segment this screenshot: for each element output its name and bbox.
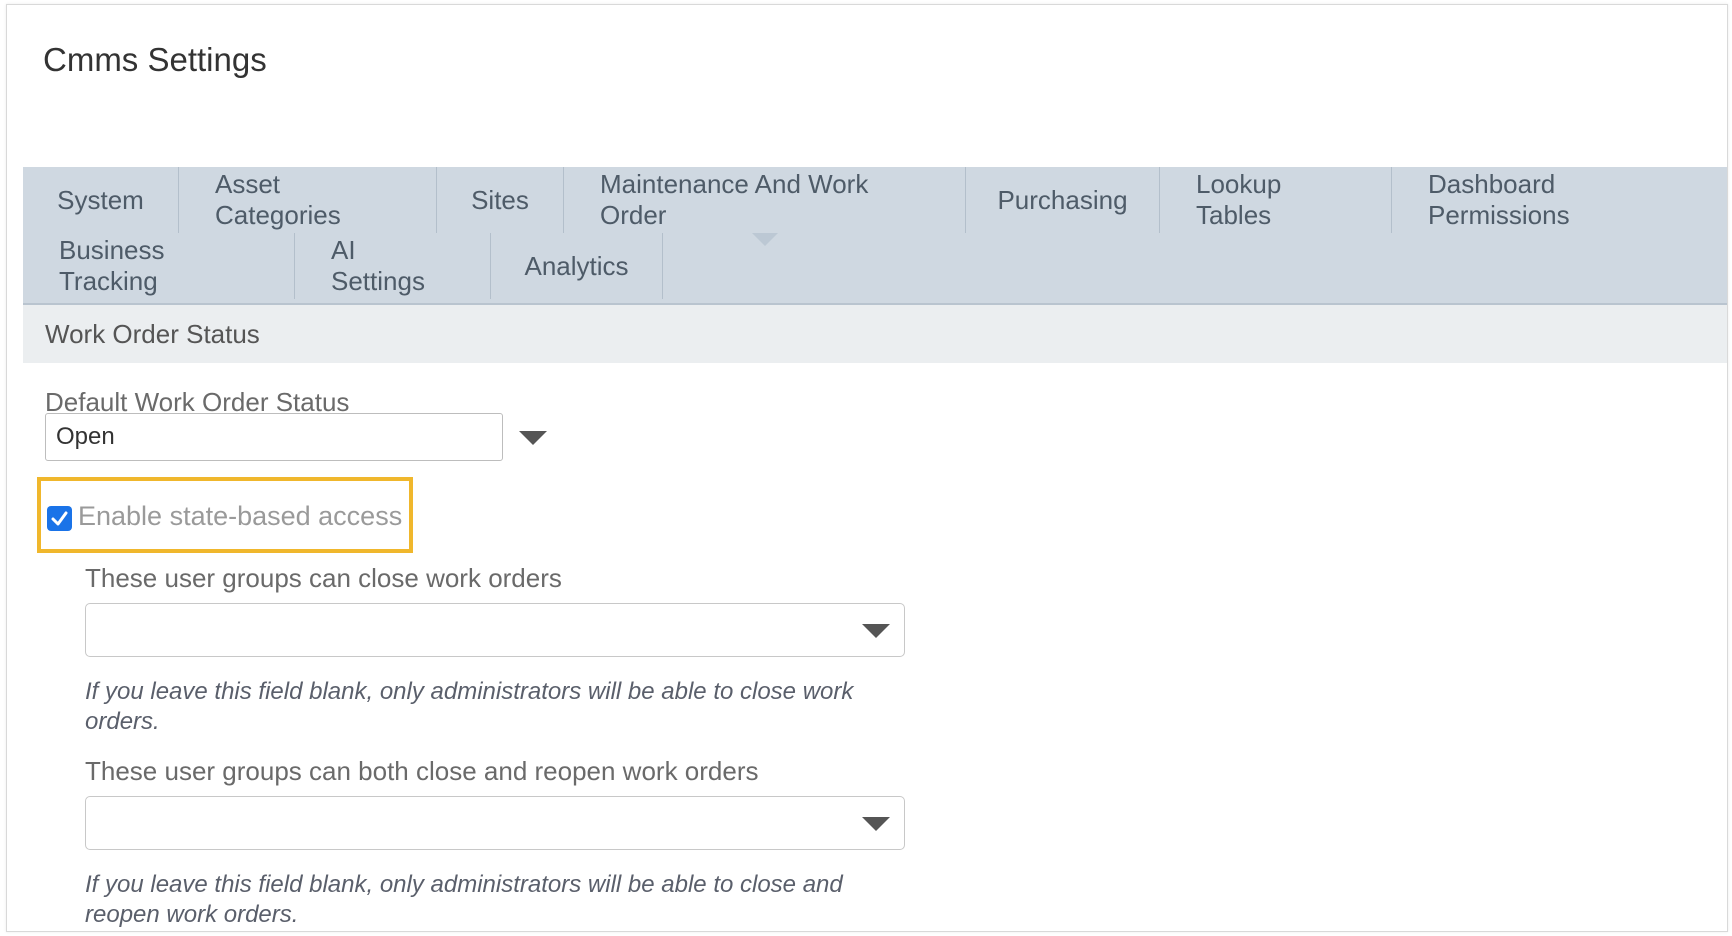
close-groups-select[interactable] <box>85 603 905 657</box>
reopen-groups-select[interactable] <box>85 796 905 850</box>
close-groups-hint: If you leave this field blank, only admi… <box>85 678 854 735</box>
settings-panel: Cmms Settings System Asset Categories Si… <box>6 4 1728 932</box>
settings-tabs: System Asset Categories Sites Maintenanc… <box>23 167 1727 305</box>
checkmark-icon <box>51 511 68 526</box>
tab-maintenance-and-work-order[interactable]: Maintenance And Work Order <box>564 167 966 233</box>
state-access-checkbox[interactable] <box>47 506 72 531</box>
close-groups-label: These user groups can close work orders <box>85 563 562 593</box>
tab-ai-settings[interactable]: AI Settings <box>295 233 491 299</box>
reopen-groups-dropdown-icon[interactable] <box>862 817 890 831</box>
tab-row-2: Business Tracking AI Settings Analytics <box>23 233 663 299</box>
tab-dashboard-permissions[interactable]: Dashboard Permissions <box>1392 167 1724 233</box>
reopen-groups-label: These user groups can both close and reo… <box>85 756 759 786</box>
tab-asset-categories[interactable]: Asset Categories <box>179 167 437 233</box>
default-status-select[interactable]: Open <box>45 413 503 461</box>
tab-row-1: System Asset Categories Sites Maintenanc… <box>23 167 1724 233</box>
tab-business-tracking[interactable]: Business Tracking <box>23 233 295 299</box>
default-status-dropdown-icon[interactable] <box>519 431 547 445</box>
tab-purchasing[interactable]: Purchasing <box>966 167 1160 233</box>
reopen-groups-hint: If you leave this field blank, only admi… <box>85 871 843 928</box>
section-header: Work Order Status <box>23 305 1727 363</box>
tab-sites[interactable]: Sites <box>437 167 564 233</box>
close-groups-dropdown-icon[interactable] <box>862 624 890 638</box>
tab-lookup-tables[interactable]: Lookup Tables <box>1160 167 1392 233</box>
state-access-label: Enable state-based access <box>78 501 403 531</box>
default-status-value: Open <box>56 423 115 450</box>
tab-system[interactable]: System <box>23 167 179 233</box>
tab-analytics[interactable]: Analytics <box>491 233 663 299</box>
page-title: Cmms Settings <box>43 41 267 78</box>
